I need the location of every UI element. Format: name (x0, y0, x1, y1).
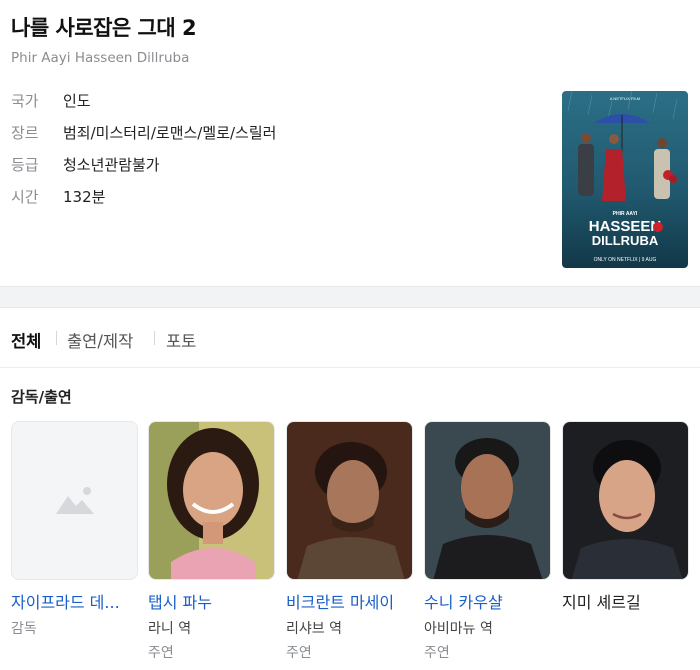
tab-photos[interactable]: 포토 (166, 328, 196, 352)
cast-name[interactable]: 자이프라드 데... (11, 589, 151, 613)
cast-role: 감독 (11, 621, 37, 637)
info-row-genre: 장르 범죄/미스터리/로맨스/멜로/스릴러 (11, 122, 531, 146)
info-row-runtime: 시간 132분 (11, 186, 531, 210)
info-value: 132분 (63, 188, 106, 206)
movie-poster[interactable]: A NETFLIX FILM PHIR AAYI HASSEEN DILLRUB… (562, 91, 688, 268)
tab-divider (56, 331, 57, 345)
divider (0, 367, 700, 368)
cast-type: 주연 (286, 645, 312, 661)
info-value: 청소년관람불가 (63, 156, 160, 174)
cast-role: 리샤브 역 (286, 621, 342, 637)
info-key: 등급 (11, 156, 39, 174)
cast-type: 주연 (424, 645, 450, 661)
poster-footer: ONLY ON NETFLIX | 9 AUG (594, 257, 657, 263)
info-value: 인도 (63, 92, 91, 110)
info-row-country: 국가 인도 (11, 90, 531, 114)
cast-name[interactable]: 비크란트 마세이 (286, 589, 426, 613)
placeholder-image (11, 421, 138, 580)
cast-name[interactable]: 지미 셰르길 (562, 589, 700, 613)
cast-photo (286, 421, 413, 580)
svg-text:A NETFLIX FILM: A NETFLIX FILM (610, 96, 640, 101)
cast-role: 아비마뉴 역 (424, 621, 493, 637)
info-row-rating: 등급 청소년관람불가 (11, 154, 531, 178)
image-placeholder-icon (56, 487, 94, 514)
tab-all[interactable]: 전체 (11, 328, 41, 352)
poster-top-text: PHIR AAYI (613, 211, 638, 217)
poster-title-line2: DILLRUBA (592, 233, 659, 248)
original-title: Phir Aayi Hasseen Dillruba (11, 50, 190, 66)
cast-name[interactable]: 탭시 파누 (148, 589, 288, 613)
info-key: 장르 (11, 124, 39, 142)
tab-cast-crew[interactable]: 출연/제작 (67, 328, 133, 352)
cast-role: 라니 역 (148, 621, 192, 637)
cast-photo (424, 421, 551, 580)
info-key: 국가 (11, 92, 39, 110)
tab-divider (154, 331, 155, 345)
info-value: 범죄/미스터리/로맨스/멜로/스릴러 (63, 124, 277, 142)
cast-name[interactable]: 수니 카우샬 (424, 589, 564, 613)
page-title: 나를 사로잡은 그대 2 (11, 16, 197, 40)
cast-type: 주연 (148, 645, 174, 661)
cast-photo (562, 421, 689, 580)
info-key: 시간 (11, 188, 39, 206)
cast-section-title: 감독/출연 (11, 388, 72, 406)
movie-header: 나를 사로잡은 그대 2 Phir Aayi Hasseen Dillruba … (0, 0, 700, 286)
section-gap (0, 286, 700, 308)
cast-photo (148, 421, 275, 580)
